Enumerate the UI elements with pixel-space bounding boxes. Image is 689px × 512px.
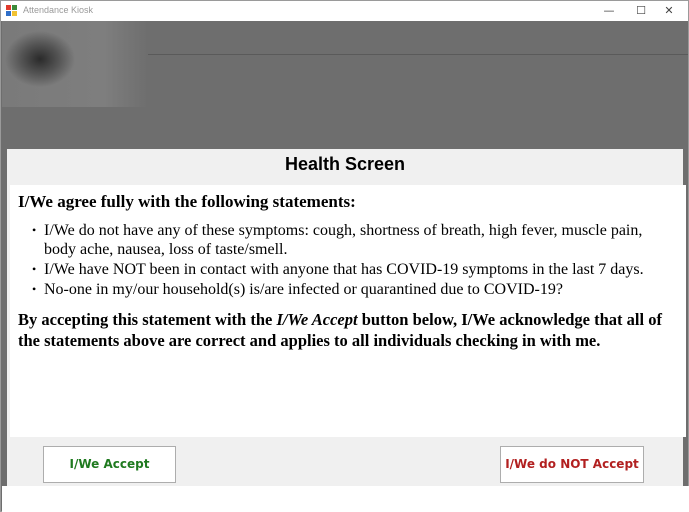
window-bottom-strip (2, 486, 689, 512)
kiosk-window: Attendance Kiosk — ☐ ✕ Health Screen I/W… (0, 0, 689, 512)
acknowledgement-emphasis: I/We Accept (276, 310, 358, 329)
statement-text: No-one in my/our household(s) is/are inf… (44, 281, 563, 298)
acknowledgement-text: By accepting this statement with the I/W… (18, 310, 662, 350)
statement-list: • I/We do not have any of these symptoms:… (18, 221, 678, 299)
statement-panel: I/We agree fully with the following stat… (10, 185, 686, 437)
dialog-title: Health Screen (284, 154, 406, 174)
header-divider (148, 54, 688, 55)
bullet-icon: • (32, 262, 37, 276)
list-item: • I/We do not have any of these symptoms:… (32, 221, 678, 259)
bullet-icon: • (32, 223, 37, 237)
close-button[interactable]: ✕ (649, 1, 689, 21)
statement-text: I/We have NOT been in contact with anyon… (44, 261, 644, 278)
list-item: • No-one in my/our household(s) is/are in… (32, 280, 678, 299)
window-title: Attendance Kiosk (23, 5, 94, 15)
intro-text: I/We agree fully with the following stat… (18, 192, 356, 211)
accept-button[interactable]: I/We Accept (43, 446, 176, 483)
list-item: • I/We have NOT been in contact with anyo… (32, 260, 678, 279)
title-bar[interactable]: Attendance Kiosk — ☐ ✕ (1, 1, 688, 21)
blurred-logo-image (2, 21, 148, 107)
statement-text: I/We do not have any of these symptoms: … (44, 222, 643, 258)
app-icon (6, 5, 18, 17)
health-screen-dialog: Health Screen I/We agree fully with the … (7, 149, 686, 486)
decline-button[interactable]: I/We do NOT Accept (500, 446, 644, 483)
bullet-icon: • (32, 282, 37, 296)
